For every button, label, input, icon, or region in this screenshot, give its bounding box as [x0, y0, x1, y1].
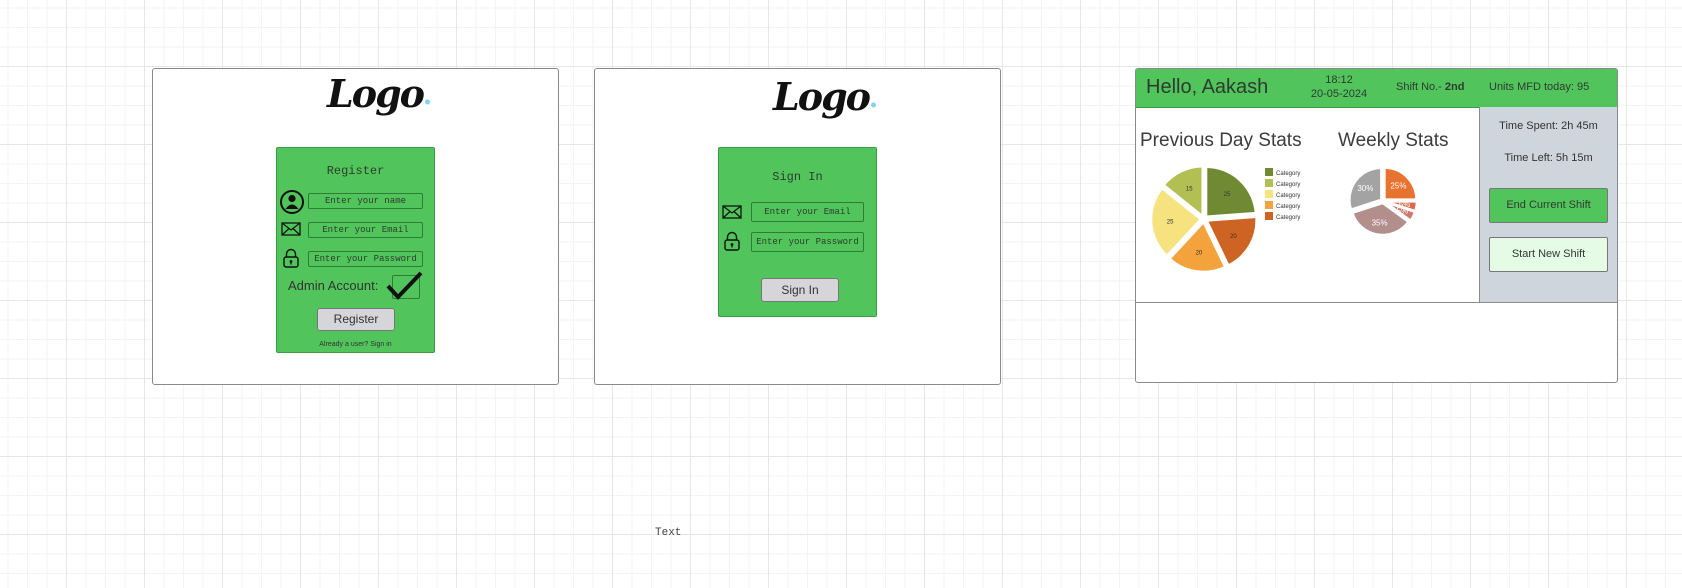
- admin-account-label: Admin Account:: [288, 278, 379, 293]
- name-input[interactable]: Enter your name: [308, 193, 423, 209]
- email-input[interactable]: Enter your Email: [308, 222, 423, 238]
- user-icon: [280, 190, 304, 214]
- canvas-text-label: Text: [655, 527, 682, 539]
- legend-swatch: [1265, 212, 1273, 220]
- register-panel: Register Enter your name Enter your Emai…: [276, 147, 435, 353]
- shift-value: 2nd: [1444, 81, 1465, 93]
- time-spent: Time Spent: 2h 45m: [1499, 120, 1598, 132]
- shift-sidebar: Time Spent: 2h 45m Time Left: 5h 15m End…: [1480, 107, 1617, 303]
- email-input[interactable]: Enter your Email: [751, 202, 864, 222]
- legend-swatch: [1265, 179, 1273, 187]
- prev-day-pie-slice: [1204, 165, 1258, 219]
- password-input[interactable]: Enter your Password: [751, 232, 864, 252]
- mail-icon: [722, 205, 742, 219]
- signin-panel: Sign In Enter your Email Enter your Pass…: [718, 147, 877, 317]
- register-logo: Logo•: [327, 71, 432, 116]
- legend-swatch: [1265, 168, 1273, 176]
- sign-in-link[interactable]: Already a user? Sign in: [277, 341, 434, 348]
- checkmark-icon: [386, 271, 423, 300]
- legend-label: Category: [1276, 215, 1300, 221]
- legend-label: Category: [1276, 193, 1300, 199]
- weekly-pie-slice-label: 35%: [1372, 218, 1388, 227]
- lock-icon: [283, 248, 299, 268]
- sign-in-button[interactable]: Sign In: [761, 278, 839, 302]
- weekly-pie-slice-label: 30%: [1357, 184, 1373, 193]
- prev-day-pie-slice-label: 25: [1224, 192, 1231, 198]
- register-button[interactable]: Register: [317, 308, 395, 331]
- legend-label: Category: [1276, 204, 1300, 210]
- weekly-pie-slice-label: 25%: [1390, 181, 1406, 190]
- lock-icon: [724, 231, 740, 251]
- end-current-shift-button[interactable]: End Current Shift: [1489, 188, 1608, 223]
- prev-day-pie-slice-label: 25: [1167, 220, 1174, 226]
- register-title: Register: [326, 164, 385, 178]
- dashboard-header: Hello, Aakash 18:12 20-05-2024 Shift No.…: [1136, 69, 1617, 108]
- time-left: Time Left: 5h 15m: [1504, 152, 1593, 164]
- clock-date: 20-05-2024: [1310, 88, 1368, 100]
- prev-day-legend: Category Category Category Category Category: [1265, 168, 1300, 221]
- legend-swatch: [1265, 190, 1273, 198]
- weekly-stats-title: Weekly Stats: [1338, 130, 1449, 151]
- signin-title: Sign In: [772, 170, 823, 184]
- weekly-pie-chart: 25%5%5%35%30%: [1348, 166, 1419, 237]
- prev-day-pie-chart: 25 20 20 25 15: [1149, 165, 1258, 274]
- legend-swatch: [1265, 201, 1273, 209]
- units-manufactured: Units MFD today: 95: [1489, 81, 1590, 93]
- prev-day-pie-slice-label: 20: [1230, 234, 1237, 240]
- signin-logo-text: Logo: [773, 74, 871, 119]
- greeting: Hello, Aakash: [1146, 76, 1269, 98]
- start-new-shift-button[interactable]: Start New Shift: [1489, 237, 1608, 272]
- signin-logo: Logo•: [773, 74, 878, 119]
- mail-icon: [281, 222, 301, 236]
- prev-day-pie-slice-label: 20: [1196, 251, 1203, 257]
- clock-time: 18:12: [1325, 74, 1353, 86]
- prev-day-pie-slice-label: 15: [1186, 186, 1193, 192]
- prev-stats-title: Previous Day Stats: [1140, 130, 1302, 151]
- legend-label: Category: [1276, 171, 1300, 177]
- password-input[interactable]: Enter your Password: [308, 251, 423, 267]
- legend-label: Category: [1276, 182, 1300, 188]
- shift-label: Shift No.-: [1396, 81, 1445, 93]
- shift-number: Shift No.- 2nd: [1396, 81, 1464, 93]
- register-logo-text: Logo: [327, 71, 425, 116]
